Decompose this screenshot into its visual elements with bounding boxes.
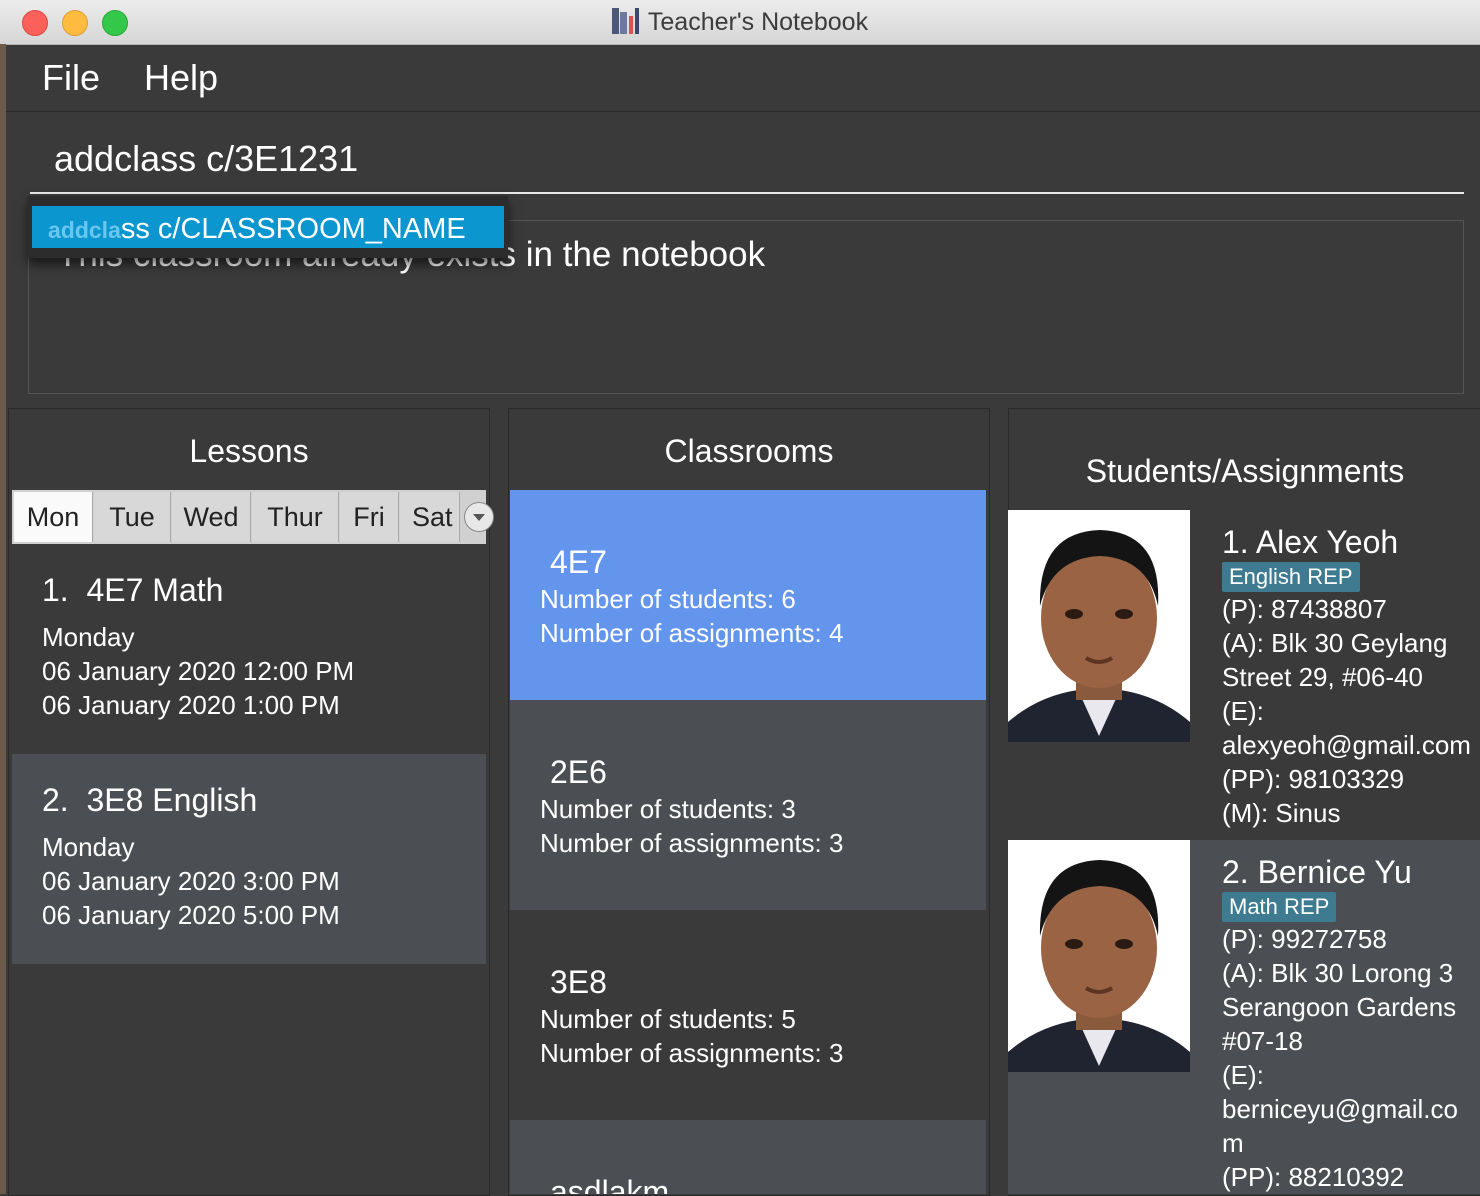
student-address-3: #07-18 bbox=[1222, 1026, 1303, 1056]
student-address-2: Serangoon Gardens bbox=[1222, 992, 1457, 1022]
classroom-card[interactable]: asdlakm bbox=[510, 1120, 986, 1194]
lesson-end: 06 January 2020 5:00 PM bbox=[42, 900, 340, 930]
lesson-name: 4E7 Math bbox=[86, 572, 224, 608]
student-tag: English REP bbox=[1222, 562, 1360, 592]
menu-bar: File Help bbox=[6, 45, 1480, 112]
lessons-title: Lessons bbox=[189, 433, 309, 469]
classroom-card[interactable]: 3E8 Number of students: 5 Number of assi… bbox=[510, 910, 986, 1120]
student-parent-phone: (PP): 88210392 bbox=[1222, 1162, 1405, 1192]
notebook-app-icon bbox=[611, 8, 640, 34]
student-photo bbox=[1008, 510, 1190, 742]
student-email: berniceyu@gmail.co bbox=[1222, 1094, 1458, 1124]
day-tabs: Mon Tue Wed Thur Fri Sat bbox=[12, 490, 494, 544]
student-name: 1. Alex Yeoh bbox=[1222, 524, 1399, 560]
lesson-index: 1. bbox=[42, 572, 69, 608]
student-email: alexyeoh@gmail.com bbox=[1222, 730, 1471, 760]
student-name: 2. Bernice Yu bbox=[1222, 854, 1412, 890]
classrooms-title: Classrooms bbox=[664, 433, 834, 469]
student-phone: (P): 87438807 bbox=[1222, 594, 1387, 624]
menu-help[interactable]: Help bbox=[144, 57, 218, 99]
classroom-assignments: Number of assignments: 4 bbox=[540, 618, 844, 648]
window-edge bbox=[0, 44, 6, 1194]
tab-fri[interactable]: Fri bbox=[340, 492, 399, 542]
student-address: (A): Blk 30 Geylang bbox=[1222, 628, 1448, 658]
student-medical: (M): Sinus bbox=[1222, 798, 1341, 828]
tabs-overflow-button[interactable] bbox=[464, 502, 494, 532]
classroom-name: 4E7 bbox=[550, 544, 607, 580]
tab-mon[interactable]: Mon bbox=[14, 492, 93, 542]
classroom-name: 2E6 bbox=[550, 754, 607, 790]
autocomplete-rest: ss c/CLASSROOM_NAME bbox=[120, 213, 466, 245]
student-phone: (P): 99272758 bbox=[1222, 924, 1387, 954]
student-card[interactable]: 1. Alex Yeoh English REP (P): 87438807 (… bbox=[1008, 510, 1480, 840]
tab-tue[interactable]: Tue bbox=[94, 492, 171, 542]
student-email-wrap: m bbox=[1222, 1128, 1244, 1158]
classroom-name: asdlakm bbox=[550, 1174, 670, 1194]
title-bar: Teacher's Notebook bbox=[0, 0, 1480, 45]
lesson-day: Monday bbox=[42, 622, 135, 652]
lesson-card[interactable]: 2. 3E8 English Monday 06 January 2020 3:… bbox=[12, 754, 486, 964]
student-email-label: (E): bbox=[1222, 1060, 1264, 1090]
lesson-start: 06 January 2020 12:00 PM bbox=[42, 656, 355, 686]
autocomplete-match: addcla bbox=[48, 217, 121, 243]
student-email-label: (E): bbox=[1222, 696, 1264, 726]
students-title: Students/Assignments bbox=[1085, 453, 1405, 489]
tab-thur[interactable]: Thur bbox=[252, 492, 339, 542]
autocomplete-suggestion[interactable]: addclass c/CLASSROOM_NAME bbox=[32, 206, 504, 248]
classroom-assignments: Number of assignments: 3 bbox=[540, 828, 844, 858]
lesson-start: 06 January 2020 3:00 PM bbox=[42, 866, 340, 896]
classroom-name: 3E8 bbox=[550, 964, 607, 1000]
lesson-end: 06 January 2020 1:00 PM bbox=[42, 690, 340, 720]
window-title: Teacher's Notebook bbox=[647, 8, 869, 36]
menu-file[interactable]: File bbox=[42, 57, 100, 99]
lesson-card[interactable]: 1. 4E7 Math Monday 06 January 2020 12:00… bbox=[12, 544, 486, 754]
student-address: (A): Blk 30 Lorong 3 bbox=[1222, 958, 1454, 988]
classroom-assignments: Number of assignments: 3 bbox=[540, 1038, 844, 1068]
lesson-name: 3E8 English bbox=[86, 782, 258, 818]
command-input[interactable]: addclass c/3E1231 bbox=[54, 138, 358, 180]
classroom-students: Number of students: 6 bbox=[540, 584, 796, 614]
person-avatar-icon bbox=[1008, 840, 1190, 1072]
autocomplete-popup: addclass c/CLASSROOM_NAME bbox=[28, 196, 508, 258]
classroom-card[interactable]: 2E6 Number of students: 3 Number of assi… bbox=[510, 700, 986, 910]
student-address-2: Street 29, #06-40 bbox=[1222, 662, 1423, 692]
tab-wed[interactable]: Wed bbox=[172, 492, 251, 542]
tab-sat[interactable]: Sat bbox=[400, 492, 460, 542]
student-tag: Math REP bbox=[1222, 892, 1337, 922]
command-input-underline bbox=[30, 192, 1464, 194]
student-parent-phone: (PP): 98103329 bbox=[1222, 764, 1405, 794]
command-box: addclass c/3E1231 bbox=[6, 112, 1480, 206]
lesson-index: 2. bbox=[42, 782, 69, 818]
chevron-down-icon bbox=[473, 514, 485, 521]
classroom-card-selected[interactable]: 4E7 Number of students: 6 Number of assi… bbox=[510, 490, 986, 700]
classroom-students: Number of students: 5 bbox=[540, 1004, 796, 1034]
lesson-day: Monday bbox=[42, 832, 135, 862]
student-photo bbox=[1008, 840, 1190, 1072]
student-card[interactable]: 2. Bernice Yu Math REP (P): 99272758 (A)… bbox=[1008, 840, 1480, 1194]
classroom-students: Number of students: 3 bbox=[540, 794, 796, 824]
person-avatar-icon bbox=[1008, 510, 1190, 742]
